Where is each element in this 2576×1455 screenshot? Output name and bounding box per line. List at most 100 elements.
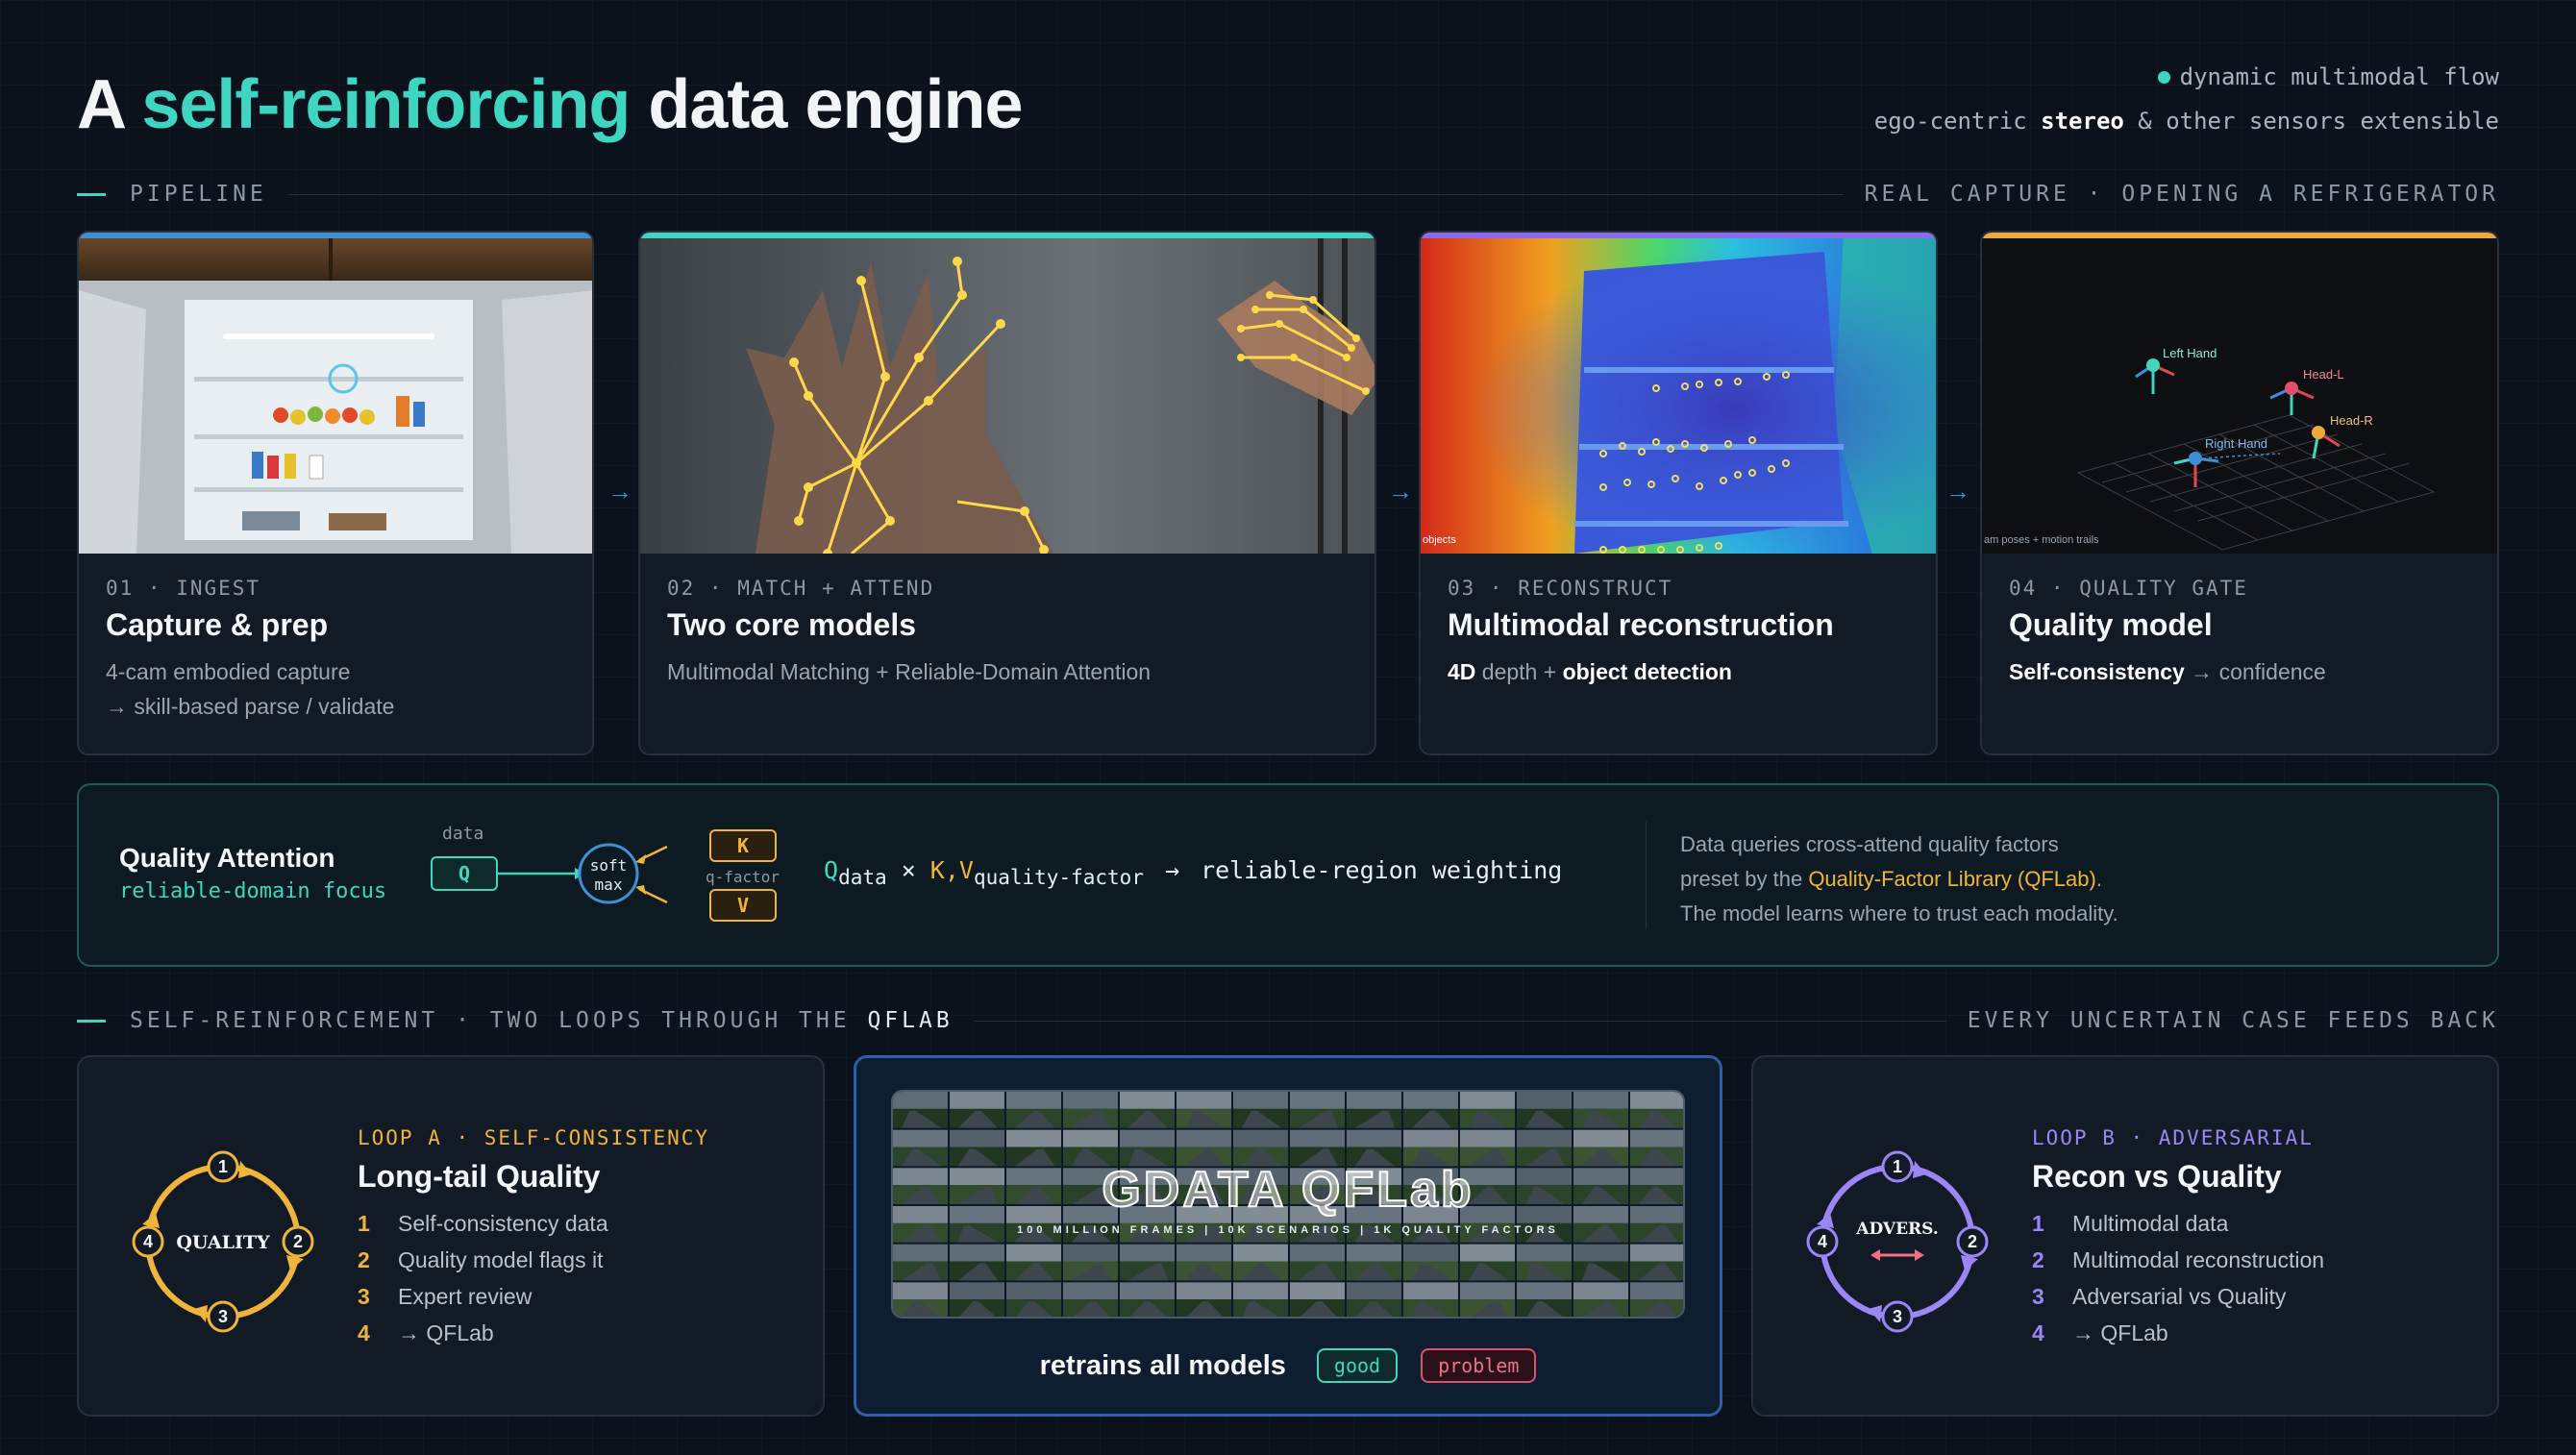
good-tag[interactable]: good <box>1316 1348 1399 1383</box>
qa-desc-line-2: preset by the Quality-Factor Library (QF… <box>1680 862 2118 897</box>
quality-attention-panel: Quality Attention reliable-domain focus … <box>77 783 2499 967</box>
title-prefix: A <box>77 66 142 143</box>
card-step: 02 · MATCH + ATTEND <box>667 577 935 600</box>
image-overlay-label: am poses + motion trails <box>1984 534 2099 546</box>
desc-middle: depth + <box>1475 659 1563 684</box>
image-overlay-label: objects <box>1423 534 1456 546</box>
self-label-text: SELF-REINFORCEMENT · TWO LOOPS THROUGH T… <box>130 1008 868 1033</box>
desc-middle: → confidence <box>2184 659 2326 684</box>
formula-q-sub: data <box>838 866 887 889</box>
card-accent-bar <box>640 233 1375 238</box>
formula-kv: K,V <box>929 856 974 884</box>
step-text: Multimodal data <box>2072 1211 2229 1236</box>
loop-a-node-3: 3 <box>218 1307 228 1326</box>
loop-b-step: 2 Multimodal reconstruction <box>2032 1242 2324 1278</box>
pose-label-right-hand: Right Hand <box>2205 436 2267 451</box>
desc-bold-2: object detection <box>1562 659 1732 684</box>
step-number: 1 <box>358 1211 370 1236</box>
formula-arrow: → <box>1164 856 1180 884</box>
pipeline-card-reconstruct[interactable]: objects 03 · RECONSTRUCT Multimodal reco… <box>1419 231 1938 755</box>
loop-a-step: 1 Self-consistency data <box>358 1205 608 1242</box>
pipeline-label: PIPELINE <box>130 182 267 207</box>
qflab-thumbnail-mosaic: GDATA QFLab 100 MILLION FRAMES | 10K SCE… <box>891 1090 1685 1319</box>
qa-divider <box>1646 822 1647 929</box>
subtitle-suffix: & other sensors extensible <box>2123 108 2499 135</box>
step-text: Multimodal reconstruction <box>2072 1247 2325 1272</box>
step-text: Quality model flags it <box>398 1247 604 1272</box>
softmax-node: soft max <box>580 856 637 895</box>
pipeline-card-ingest[interactable]: 01 · INGEST Capture & prep 4-cam embodie… <box>77 231 594 755</box>
card-step: 03 · RECONSTRUCT <box>1448 577 1673 600</box>
loop-b-center-label: ADVERS. <box>1855 1220 1939 1239</box>
softmax-line-1: soft <box>589 856 628 875</box>
loop-b-title: Recon vs Quality <box>2032 1159 2282 1194</box>
status-text: dynamic multimodal flow <box>2179 63 2499 90</box>
card-description: 4-cam embodied capture → skill-based pars… <box>106 654 565 724</box>
qflab-stats: 100 MILLION FRAMES | 10K SCENARIOS | 1K … <box>1017 1224 1559 1236</box>
card-step: 04 · QUALITY GATE <box>2009 577 2248 600</box>
problem-tag[interactable]: problem <box>1421 1348 1537 1383</box>
flow-arrow-icon: → <box>1945 477 1970 506</box>
section-dash <box>77 1019 106 1023</box>
loop-a-subtitle: LOOP A · SELF-CONSISTENCY <box>358 1126 710 1149</box>
section-line <box>287 193 1844 195</box>
loop-a-node-1: 1 <box>218 1157 228 1176</box>
title-suffix: data engine <box>630 66 1023 143</box>
status-indicator: dynamic multimodal flow <box>2157 63 2499 90</box>
section-line <box>974 1020 1946 1022</box>
loop-b-step: 4 → QFLab <box>2032 1315 2324 1351</box>
subtitle-prefix: ego-centric <box>1873 108 2042 135</box>
pipeline-card-match[interactable]: 02 · MATCH + ATTEND Two core models Mult… <box>638 231 1376 755</box>
loop-a-step: 4 → QFLab <box>358 1315 608 1351</box>
loop-b-node-4: 4 <box>1818 1232 1827 1251</box>
formula-times: × <box>886 856 930 884</box>
card-description: 4D depth + object detection <box>1448 654 1909 689</box>
loop-a-step: 2 Quality model flags it <box>358 1242 608 1278</box>
card-desc-line-1: 4-cam embodied capture <box>106 659 351 684</box>
loop-a-node-4: 4 <box>143 1232 153 1251</box>
step-text: → QFLab <box>398 1320 494 1345</box>
adversarial-arrow-icon <box>1870 1249 1924 1261</box>
loop-a-card[interactable]: 1 2 3 4 QUALITY LOOP A · SELF-CONSISTENC… <box>77 1055 825 1417</box>
loop-b-step: 3 Adversarial vs Quality <box>2032 1278 2324 1315</box>
qa-desc-suffix: . <box>2095 867 2102 891</box>
step-number: 2 <box>2032 1247 2044 1272</box>
attention-formula: Qdata × K,Vquality-factor → reliable-regio… <box>824 856 1562 889</box>
step-text: → QFLab <box>2072 1320 2168 1345</box>
loop-b-subtitle: LOOP B · ADVERSARIAL <box>2032 1126 2314 1149</box>
loop-b-node-1: 1 <box>1893 1157 1902 1176</box>
self-label-bold: QFLAB <box>867 1008 954 1033</box>
card-description: Multimodal Matching + Reliable-Domain At… <box>667 659 1152 684</box>
step-number: 4 <box>358 1320 370 1345</box>
v-box: V <box>709 889 777 922</box>
step-number: 1 <box>2032 1211 2044 1236</box>
card-title: Capture & prep <box>106 607 329 642</box>
loop-b-node-2: 2 <box>1968 1232 1977 1251</box>
page-title: A self-reinforcing data engine <box>77 65 1024 144</box>
loop-b-steps: 1 Multimodal data 2 Multimodal reconstruct… <box>2032 1205 2324 1351</box>
loop-a-title: Long-tail Quality <box>358 1159 601 1194</box>
pipeline-card-quality[interactable]: Left Hand Head-L Head-R Right Hand am po… <box>1980 231 2499 755</box>
softmax-line-2: max <box>594 875 623 894</box>
formula-q: Q <box>824 856 839 884</box>
qflab-title: GDATA QFLab <box>1101 1161 1474 1219</box>
depth-map-image: objects <box>1421 233 1936 554</box>
formula-kv-sub: quality-factor <box>973 866 1144 889</box>
q-box: Q <box>431 856 498 891</box>
step-number: 3 <box>358 1284 370 1309</box>
card-accent-bar <box>1982 233 2497 238</box>
loop-b-card[interactable]: 1 2 3 4 ADVERS. LOOP B · ADVERSARIAL Rec… <box>1751 1055 2499 1417</box>
card-accent-bar <box>79 233 592 238</box>
pose-label-head-r: Head-R <box>2330 413 2373 428</box>
qflab-panel[interactable]: GDATA QFLab 100 MILLION FRAMES | 10K SCE… <box>854 1055 1722 1417</box>
desc-bold-1: Self-consistency <box>2009 659 2185 684</box>
loop-a-steps: 1 Self-consistency data 2 Quality model fl… <box>358 1205 608 1351</box>
qa-title: Quality Attention <box>119 843 335 873</box>
self-section-label: SELF-REINFORCEMENT · TWO LOOPS THROUGH T… <box>130 1008 954 1033</box>
header-subtitle: ego-centric stereo & other sensors exten… <box>1874 108 2499 135</box>
qfactor-label: q-factor <box>706 868 780 886</box>
step-text: Expert review <box>398 1284 533 1309</box>
flow-arrow-icon: → <box>1388 477 1413 506</box>
step-text: Adversarial vs Quality <box>2072 1284 2287 1309</box>
qflab-link[interactable]: Quality-Factor Library (QFLab) <box>1808 867 2096 891</box>
